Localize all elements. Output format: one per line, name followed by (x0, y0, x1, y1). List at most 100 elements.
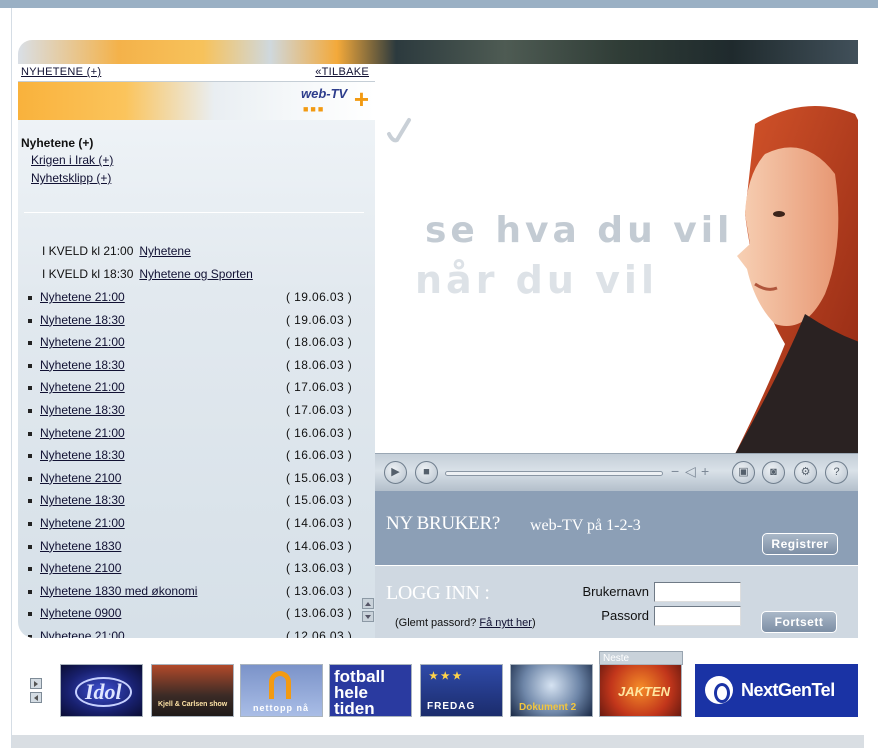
username-label: Brukernavn (582, 584, 649, 599)
register-button[interactable]: Registrer (762, 533, 838, 555)
speaker-icon: ◁ (685, 463, 696, 479)
clip-link[interactable]: Nyhetene 21:00 (40, 335, 125, 349)
channel-thumb-nettopp[interactable]: nettopp nå (240, 664, 323, 717)
clip-link[interactable]: Nyhetene 18:30 (40, 448, 125, 462)
play-icon[interactable]: ▶ (384, 461, 407, 484)
tonight-show-link[interactable]: Nyhetene og Sporten (139, 267, 252, 281)
username-field[interactable] (654, 582, 741, 602)
category-title[interactable]: Nyhetene (+) (21, 136, 93, 150)
checkmark-icon (387, 118, 411, 143)
channel-thumb-jakten[interactable]: JAKTEN (599, 664, 682, 717)
clip-link[interactable]: Nyhetene 1830 med økonomi (40, 584, 197, 598)
bullet-icon (28, 499, 32, 504)
breadcrumb-link[interactable]: NYHETENE (+) (21, 66, 101, 78)
forgot-password-text: (Glemt passord? Få nytt her) (395, 617, 536, 629)
bottom-band (12, 735, 864, 748)
list-item: Nyhetene 2100 ( 15.06.03 ) (26, 471, 366, 489)
password-field[interactable] (654, 606, 741, 626)
bullet-icon (28, 476, 32, 481)
slogan-line-2: når du vil (415, 258, 658, 302)
category-link-irak[interactable]: Krigen i Irak (+) (31, 153, 113, 167)
bullet-icon (28, 431, 32, 436)
list-item: Nyhetene 21:00 ( 19.06.03 ) (26, 290, 366, 308)
clip-date: ( 13.06.03 ) (286, 583, 353, 598)
bullet-icon (28, 363, 32, 368)
help-icon[interactable]: ? (825, 461, 848, 484)
nextgentel-ad[interactable]: NextGenTel (695, 664, 858, 717)
right-frame (864, 8, 878, 748)
clip-date: ( 14.06.03 ) (286, 538, 353, 553)
list-item: Nyhetene 18:30 ( 15.06.03 ) (26, 493, 366, 511)
logo-bar: web-TV ■■■ + (18, 82, 375, 120)
login-title: LOGG INN : (386, 582, 490, 604)
list-item: Nyhetene 21:00 ( 16.06.03 ) (26, 426, 366, 444)
bullet-icon (28, 567, 32, 572)
progress-slider[interactable] (445, 471, 663, 476)
channel-thumb-dokument2[interactable]: Dokument 2 (510, 664, 593, 717)
presenter-photo (735, 106, 858, 453)
left-frame (0, 8, 12, 748)
list-item: Nyhetene 0900 ( 13.06.03 ) (26, 606, 366, 624)
clip-date: ( 18.06.03 ) (286, 357, 353, 372)
clip-link[interactable]: Nyhetene 21:00 (40, 290, 125, 304)
bullet-icon (28, 454, 32, 459)
channel-thumb-kjell-og-carlsen[interactable]: Kjell & Carlsen show (151, 664, 234, 717)
tonight-show-link[interactable]: Nyhetene (139, 244, 190, 258)
clip-link[interactable]: Nyhetene 18:30 (40, 493, 125, 507)
scroll-up-button[interactable] (362, 598, 374, 609)
fullscreen-icon[interactable]: ◙ (762, 461, 785, 484)
list-item: Nyhetene 2100 ( 13.06.03 ) (26, 561, 366, 579)
volume-down-icon[interactable]: − (671, 463, 679, 479)
clip-link[interactable]: Nyhetene 1830 (40, 539, 121, 553)
list-item: Nyhetene 21:00 ( 12.06.03 ) (26, 629, 366, 638)
clip-link[interactable]: Nyhetene 21:00 (40, 516, 125, 530)
clip-date: ( 12.06.03 ) (286, 629, 353, 638)
clip-link[interactable]: Nyhetene 18:30 (40, 403, 125, 417)
list-item: Nyhetene 18:30 ( 18.06.03 ) (26, 358, 366, 376)
pager-next-icon[interactable] (30, 678, 42, 689)
slogan-line-1: se hva du vil (425, 210, 734, 251)
stop-icon[interactable]: ■ (415, 461, 438, 484)
login-submit-button[interactable]: Fortsett (761, 611, 837, 633)
category-link-nyhetsklipp[interactable]: Nyhetsklipp (+) (31, 171, 111, 185)
clip-date: ( 16.06.03 ) (286, 425, 353, 440)
nav-bar: NYHETENE (+) «TILBAKE (18, 64, 375, 82)
clip-date: ( 14.06.03 ) (286, 516, 353, 530)
login-section: LOGG INN : (Glemt passord? Få nytt her) … (375, 565, 858, 638)
channel-bar: Idol Kjell & Carlsen show nettopp nå fot… (18, 650, 858, 720)
scroll-down-button[interactable] (362, 611, 374, 622)
clip-link[interactable]: Nyhetene 18:30 (40, 313, 125, 327)
list-item: Nyhetene 21:00 ( 17.06.03 ) (26, 380, 366, 398)
pager-prev-icon[interactable] (30, 692, 42, 703)
clip-link[interactable]: Nyhetene 2100 (40, 471, 121, 485)
next-program-label: Neste (599, 651, 683, 665)
bullet-icon (28, 589, 32, 594)
clip-date: ( 17.06.03 ) (286, 403, 353, 417)
back-link[interactable]: «TILBAKE (315, 66, 369, 78)
video-area[interactable]: se hva du vil når du vil (375, 64, 858, 453)
clip-link[interactable]: Nyhetene 2100 (40, 561, 121, 575)
list-item: Nyhetene 18:30 ( 17.06.03 ) (26, 403, 366, 421)
clip-link[interactable]: Nyhetene 21:00 (40, 629, 125, 638)
clip-link[interactable]: Nyhetene 21:00 (40, 380, 125, 394)
settings-icon[interactable]: ⚙ (794, 461, 817, 484)
volume-up-icon[interactable]: + (701, 463, 709, 479)
ad-text: NextGenTel (741, 680, 835, 700)
channel-thumb-fredag[interactable]: ★ ★ ★ FREDAG (420, 664, 503, 717)
bullet-icon (28, 409, 32, 413)
list-item: Nyhetene 18:30 ( 19.06.03 ) (26, 313, 366, 331)
bullet-icon (28, 635, 32, 638)
clip-link[interactable]: Nyhetene 18:30 (40, 358, 125, 372)
divider (24, 212, 364, 213)
clip-link[interactable]: Nyhetene 21:00 (40, 426, 125, 440)
window-size-icon[interactable]: ▣ (732, 461, 755, 484)
list-item: Nyhetene 21:00 ( 14.06.03 ) (26, 516, 366, 534)
channel-thumb-idol[interactable]: Idol (60, 664, 143, 717)
clip-link[interactable]: Nyhetene 0900 (40, 606, 121, 620)
channel-thumb-fotball[interactable]: fotball hele tiden (329, 664, 412, 717)
top-strip (0, 0, 878, 8)
player-controls: ▶ ■ − ◁ + ▣ ◙ ⚙ ? (375, 453, 858, 491)
bullet-icon (28, 318, 32, 323)
register-section: NY BRUKER? web-TV på 1-2-3 Registrer (375, 491, 858, 565)
forgot-password-link[interactable]: Få nytt her (479, 617, 532, 629)
